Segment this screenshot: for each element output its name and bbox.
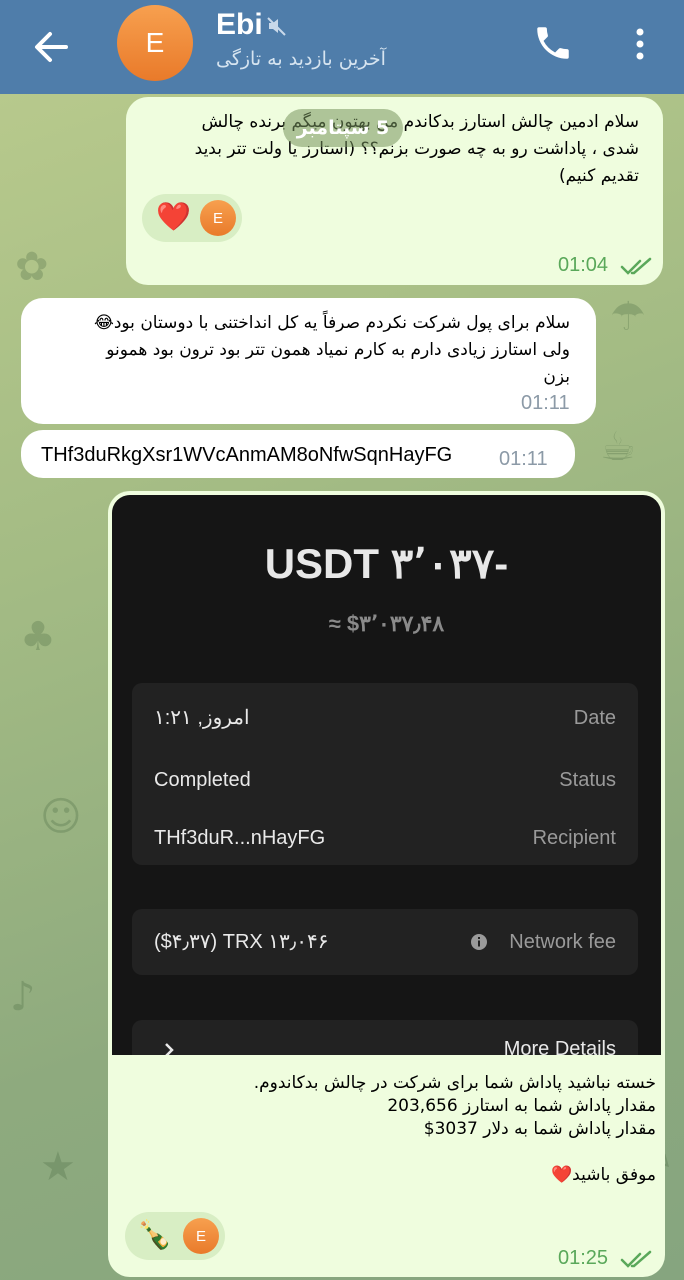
doodle-pattern: ☺: [40, 794, 82, 840]
message-line: مقدار پاداش شما به استارز 203,656: [387, 1096, 656, 1116]
message-line: خسته نباشید پاداش شما برای شرکت در چالش …: [253, 1073, 656, 1093]
message-time: 01:25: [558, 1247, 609, 1269]
network-fee-card: ($۴٫۳۷) TRX ۱۳٫۰۴۶ Network fee: [132, 909, 638, 975]
more-menu-button[interactable]: [625, 24, 655, 64]
reaction-chip[interactable]: 🍾 E: [125, 1212, 225, 1260]
message-line: ولی استارز زیادی دارم به کارم نمیاد همون…: [106, 340, 570, 360]
doodle-pattern: ✿: [15, 244, 49, 290]
double-check-icon: [620, 1250, 652, 1268]
chat-header: E Ebi آخرین بازدید به تازگی: [0, 0, 684, 94]
chat-title[interactable]: Ebi: [216, 8, 263, 42]
reaction-avatar: E: [183, 1218, 219, 1254]
info-icon: [471, 934, 487, 950]
date-value: امروز, ۱:۲۱: [154, 707, 250, 729]
doodle-pattern: ☕: [600, 424, 636, 470]
reaction-chip[interactable]: ❤️ E: [142, 194, 242, 242]
more-details-label: More Details: [503, 1038, 616, 1055]
doodle-pattern: ♪: [10, 974, 36, 1020]
network-fee-label: Network fee: [509, 931, 616, 953]
incoming-message[interactable]: سلام برای پول شرکت نکردم صرفاً یه کل اند…: [21, 298, 596, 424]
recipient-label: Recipient: [532, 827, 616, 849]
more-details-row[interactable]: More Details: [132, 1020, 638, 1055]
transaction-amount: USDT ۳٬۰۳۷-: [264, 540, 509, 587]
message-caption: خسته نباشید پاداش شما برای شرکت در چالش …: [140, 1072, 656, 1187]
last-seen-status: آخرین بازدید به تازگی: [216, 48, 386, 70]
doodle-pattern: ♣: [20, 614, 56, 660]
message-line: سلام برای پول شرکت نکردم صرفاً یه کل اند…: [93, 313, 570, 333]
back-button[interactable]: [26, 22, 76, 72]
message-line: بزن: [543, 367, 570, 387]
doodle-pattern: ☂: [610, 294, 646, 340]
message-time: 01:11: [521, 392, 570, 414]
message-line: تقدیم کنیم): [558, 166, 639, 186]
three-dots-vertical-icon: [636, 28, 644, 60]
status-value: Completed: [154, 769, 251, 791]
reaction-avatar: E: [200, 200, 236, 236]
incoming-message[interactable]: THf3duRkgXsr1WVcAnmAM8oNfwSqnHayFG 01:11: [21, 430, 575, 478]
champagne-reaction-icon: 🍾: [137, 1218, 172, 1251]
network-fee-value: ($۴٫۳۷) TRX ۱۳٫۰۴۶: [154, 931, 329, 953]
double-check-icon: [620, 257, 652, 275]
avatar[interactable]: E: [117, 5, 193, 81]
message-time: 01:04: [558, 254, 609, 276]
transaction-usd-value: ≈ $۳٬۰۳۷٫۴۸: [328, 611, 445, 636]
transaction-screenshot[interactable]: USDT ۳٬۰۳۷- ≈ $۳٬۰۳۷٫۴۸ امروز, ۱:۲۱ Date…: [112, 495, 661, 1055]
wallet-address-text: THf3duRkgXsr1WVcAnmAM8oNfwSqnHayFG: [41, 444, 453, 466]
message-line: موفق باشید❤️: [551, 1165, 656, 1185]
date-separator: 5 سپتامبر: [283, 109, 403, 147]
message-time: 01:11: [499, 448, 548, 470]
doodle-pattern: ★: [40, 1144, 76, 1190]
transaction-details-card: امروز, ۱:۲۱ Date Completed Status THf3du…: [132, 683, 638, 865]
date-label: Date: [573, 707, 616, 729]
phone-icon: [537, 27, 569, 59]
arrow-left-icon: [35, 32, 68, 62]
message-line: مقدار پاداش شما به دلار 3037$: [423, 1119, 656, 1139]
heart-reaction-icon: ❤️: [156, 200, 191, 233]
status-label: Status: [559, 769, 616, 791]
message-text: سلام برای پول شرکت نکردم صرفاً یه کل اند…: [22, 310, 570, 391]
call-button[interactable]: [532, 22, 574, 64]
recipient-value: THf3duR...nHayFG: [154, 827, 326, 849]
muted-speaker-icon: [267, 17, 286, 36]
chevron-right-icon: [165, 1043, 174, 1055]
